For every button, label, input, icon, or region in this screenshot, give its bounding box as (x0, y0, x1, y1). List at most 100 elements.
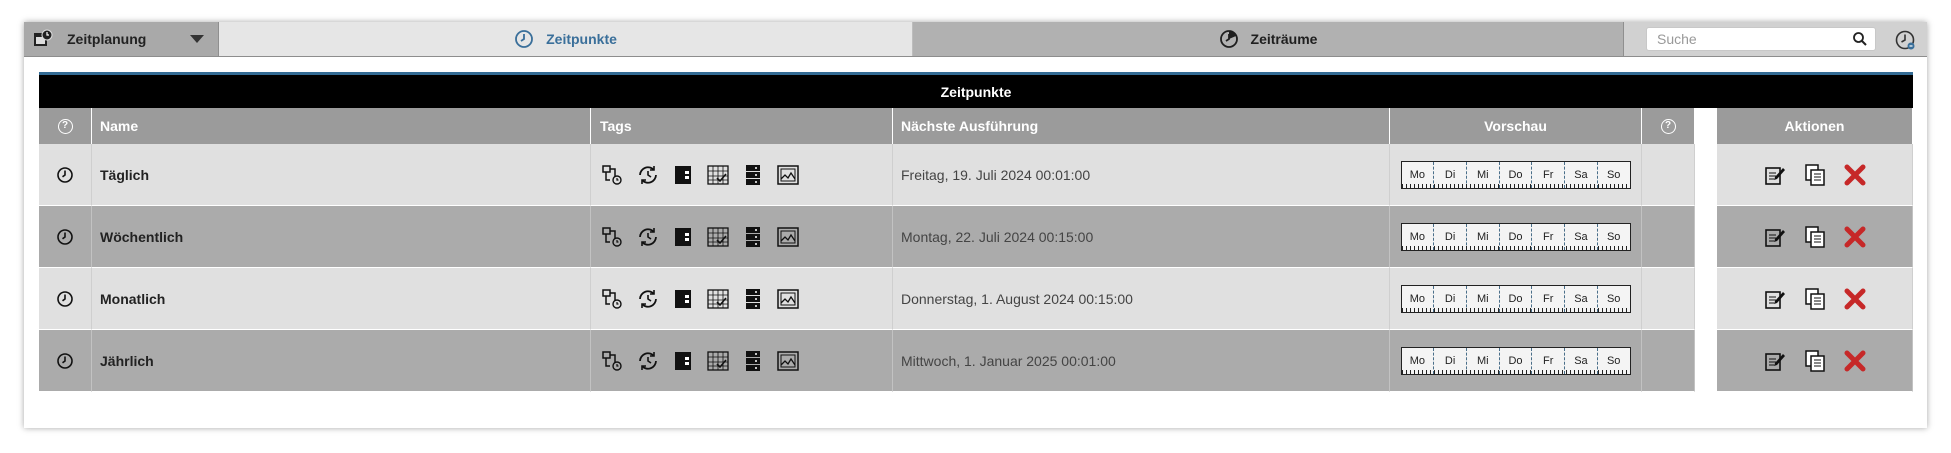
delete-icon[interactable] (1841, 285, 1869, 313)
row-actions (1717, 144, 1913, 206)
tab-zeitpunkte[interactable]: Zeitpunkte (219, 22, 913, 56)
database-icon[interactable] (740, 286, 766, 312)
copy-icon[interactable] (1801, 223, 1829, 251)
header-help[interactable]: ? (39, 108, 92, 144)
flow-icon[interactable] (600, 162, 626, 188)
copy-icon[interactable] (1801, 161, 1829, 189)
table-row[interactable]: Jährlich Mittwoch, 1. Januar 2025 00:01:… (39, 330, 1913, 392)
calendar-icon[interactable] (705, 286, 731, 312)
row-empty-cell (1642, 330, 1695, 392)
scheduler-icon (34, 29, 53, 46)
delete-icon[interactable] (1841, 347, 1869, 375)
row-actions (1717, 268, 1913, 330)
row-actions (1717, 206, 1913, 268)
row-next-run: Freitag, 19. Juli 2024 00:01:00 (893, 144, 1390, 206)
row-name: Wöchentlich (92, 206, 591, 268)
planner-label: Zeitplanung (67, 31, 147, 47)
clock-icon (57, 166, 73, 183)
row-preview: Mo Di Mi Do Fr Sa So (1390, 268, 1642, 330)
row-preview: Mo Di Mi Do Fr Sa So (1390, 330, 1642, 392)
search-icon[interactable] (1852, 31, 1868, 47)
week-preview: Mo Di Mi Do Fr Sa So (1400, 284, 1631, 313)
image-icon[interactable] (775, 162, 801, 188)
row-empty-cell (1642, 268, 1695, 330)
hour-ticks (1401, 183, 1630, 188)
header-help-2[interactable]: ? (1642, 108, 1695, 144)
clock-icon (57, 228, 73, 245)
calendar-icon[interactable] (705, 224, 731, 250)
cycle-icon[interactable] (635, 224, 661, 250)
header-actions: Aktionen (1717, 108, 1913, 144)
tab-zeitraeume[interactable]: Zeiträume (913, 22, 1624, 56)
header-name: Name (92, 108, 591, 144)
flow-icon[interactable] (600, 286, 626, 312)
search-input[interactable] (1646, 27, 1876, 51)
hour-ticks (1401, 245, 1630, 250)
row-gap (1695, 206, 1717, 268)
copy-icon[interactable] (1801, 347, 1829, 375)
row-clock-cell (39, 330, 92, 392)
row-clock-cell (39, 206, 92, 268)
row-tags (591, 206, 893, 268)
document-icon[interactable] (670, 224, 696, 250)
row-preview: Mo Di Mi Do Fr Sa So (1390, 206, 1642, 268)
edit-icon[interactable] (1761, 347, 1789, 375)
calendar-icon[interactable] (705, 348, 731, 374)
help-icon: ? (1660, 118, 1676, 134)
hour-ticks (1401, 369, 1630, 374)
row-gap (1695, 330, 1717, 392)
clock-settings-icon[interactable] (1894, 29, 1916, 51)
edit-icon[interactable] (1761, 161, 1789, 189)
image-icon[interactable] (775, 224, 801, 250)
table-row[interactable]: Wöchentlich Montag, 22. Juli 2024 00:15:… (39, 206, 1913, 268)
row-actions (1717, 330, 1913, 392)
main-panel: Zeitplanung Zeitpunkte Zeiträume Suche Z… (24, 22, 1927, 428)
row-gap (1695, 144, 1717, 206)
delete-icon[interactable] (1841, 223, 1869, 251)
clock-icon (515, 30, 534, 48)
week-preview: Mo Di Mi Do Fr Sa So (1400, 346, 1631, 375)
hour-ticks (1401, 307, 1630, 312)
database-icon[interactable] (740, 348, 766, 374)
copy-icon[interactable] (1801, 285, 1829, 313)
row-clock-cell (39, 268, 92, 330)
cycle-icon[interactable] (635, 286, 661, 312)
search-area (1624, 22, 1927, 56)
cycle-icon[interactable] (635, 162, 661, 188)
table-header: ? Name Tags Nächste Ausführung Vorschau … (39, 108, 1913, 144)
flow-icon[interactable] (600, 348, 626, 374)
database-icon[interactable] (740, 224, 766, 250)
edit-icon[interactable] (1761, 285, 1789, 313)
clock-icon (57, 352, 73, 369)
row-next-run: Montag, 22. Juli 2024 00:15:00 (893, 206, 1390, 268)
edit-icon[interactable] (1761, 223, 1789, 251)
header-tags: Tags (591, 108, 893, 144)
row-name: Täglich (92, 144, 591, 206)
calendar-icon[interactable] (705, 162, 731, 188)
week-preview: Mo Di Mi Do Fr Sa So (1400, 160, 1631, 189)
table-body: Täglich Freitag, 19. Juli 2024 00:01:00 … (39, 144, 1913, 392)
flow-icon[interactable] (600, 224, 626, 250)
image-icon[interactable] (775, 286, 801, 312)
document-icon[interactable] (670, 162, 696, 188)
timepoints-table: Zeitpunkte ? Name Tags Nächste Ausführun… (39, 72, 1913, 392)
row-empty-cell (1642, 144, 1695, 206)
table-row[interactable]: Monatlich Donnerstag, 1. August 2024 00:… (39, 268, 1913, 330)
document-icon[interactable] (670, 348, 696, 374)
planner-dropdown[interactable]: Zeitplanung (24, 22, 219, 56)
row-preview: Mo Di Mi Do Fr Sa So (1390, 144, 1642, 206)
tab-zeitraeume-label: Zeiträume (1250, 31, 1318, 47)
database-icon[interactable] (740, 162, 766, 188)
header-preview: Vorschau (1390, 108, 1642, 144)
table-title: Zeitpunkte (39, 72, 1913, 108)
header-next-run: Nächste Ausführung (893, 108, 1390, 144)
time-range-icon (1219, 30, 1238, 48)
table-row[interactable]: Täglich Freitag, 19. Juli 2024 00:01:00 … (39, 144, 1913, 206)
cycle-icon[interactable] (635, 348, 661, 374)
row-tags (591, 144, 893, 206)
image-icon[interactable] (775, 348, 801, 374)
document-icon[interactable] (670, 286, 696, 312)
delete-icon[interactable] (1841, 161, 1869, 189)
row-tags (591, 330, 893, 392)
help-icon: ? (57, 118, 73, 134)
